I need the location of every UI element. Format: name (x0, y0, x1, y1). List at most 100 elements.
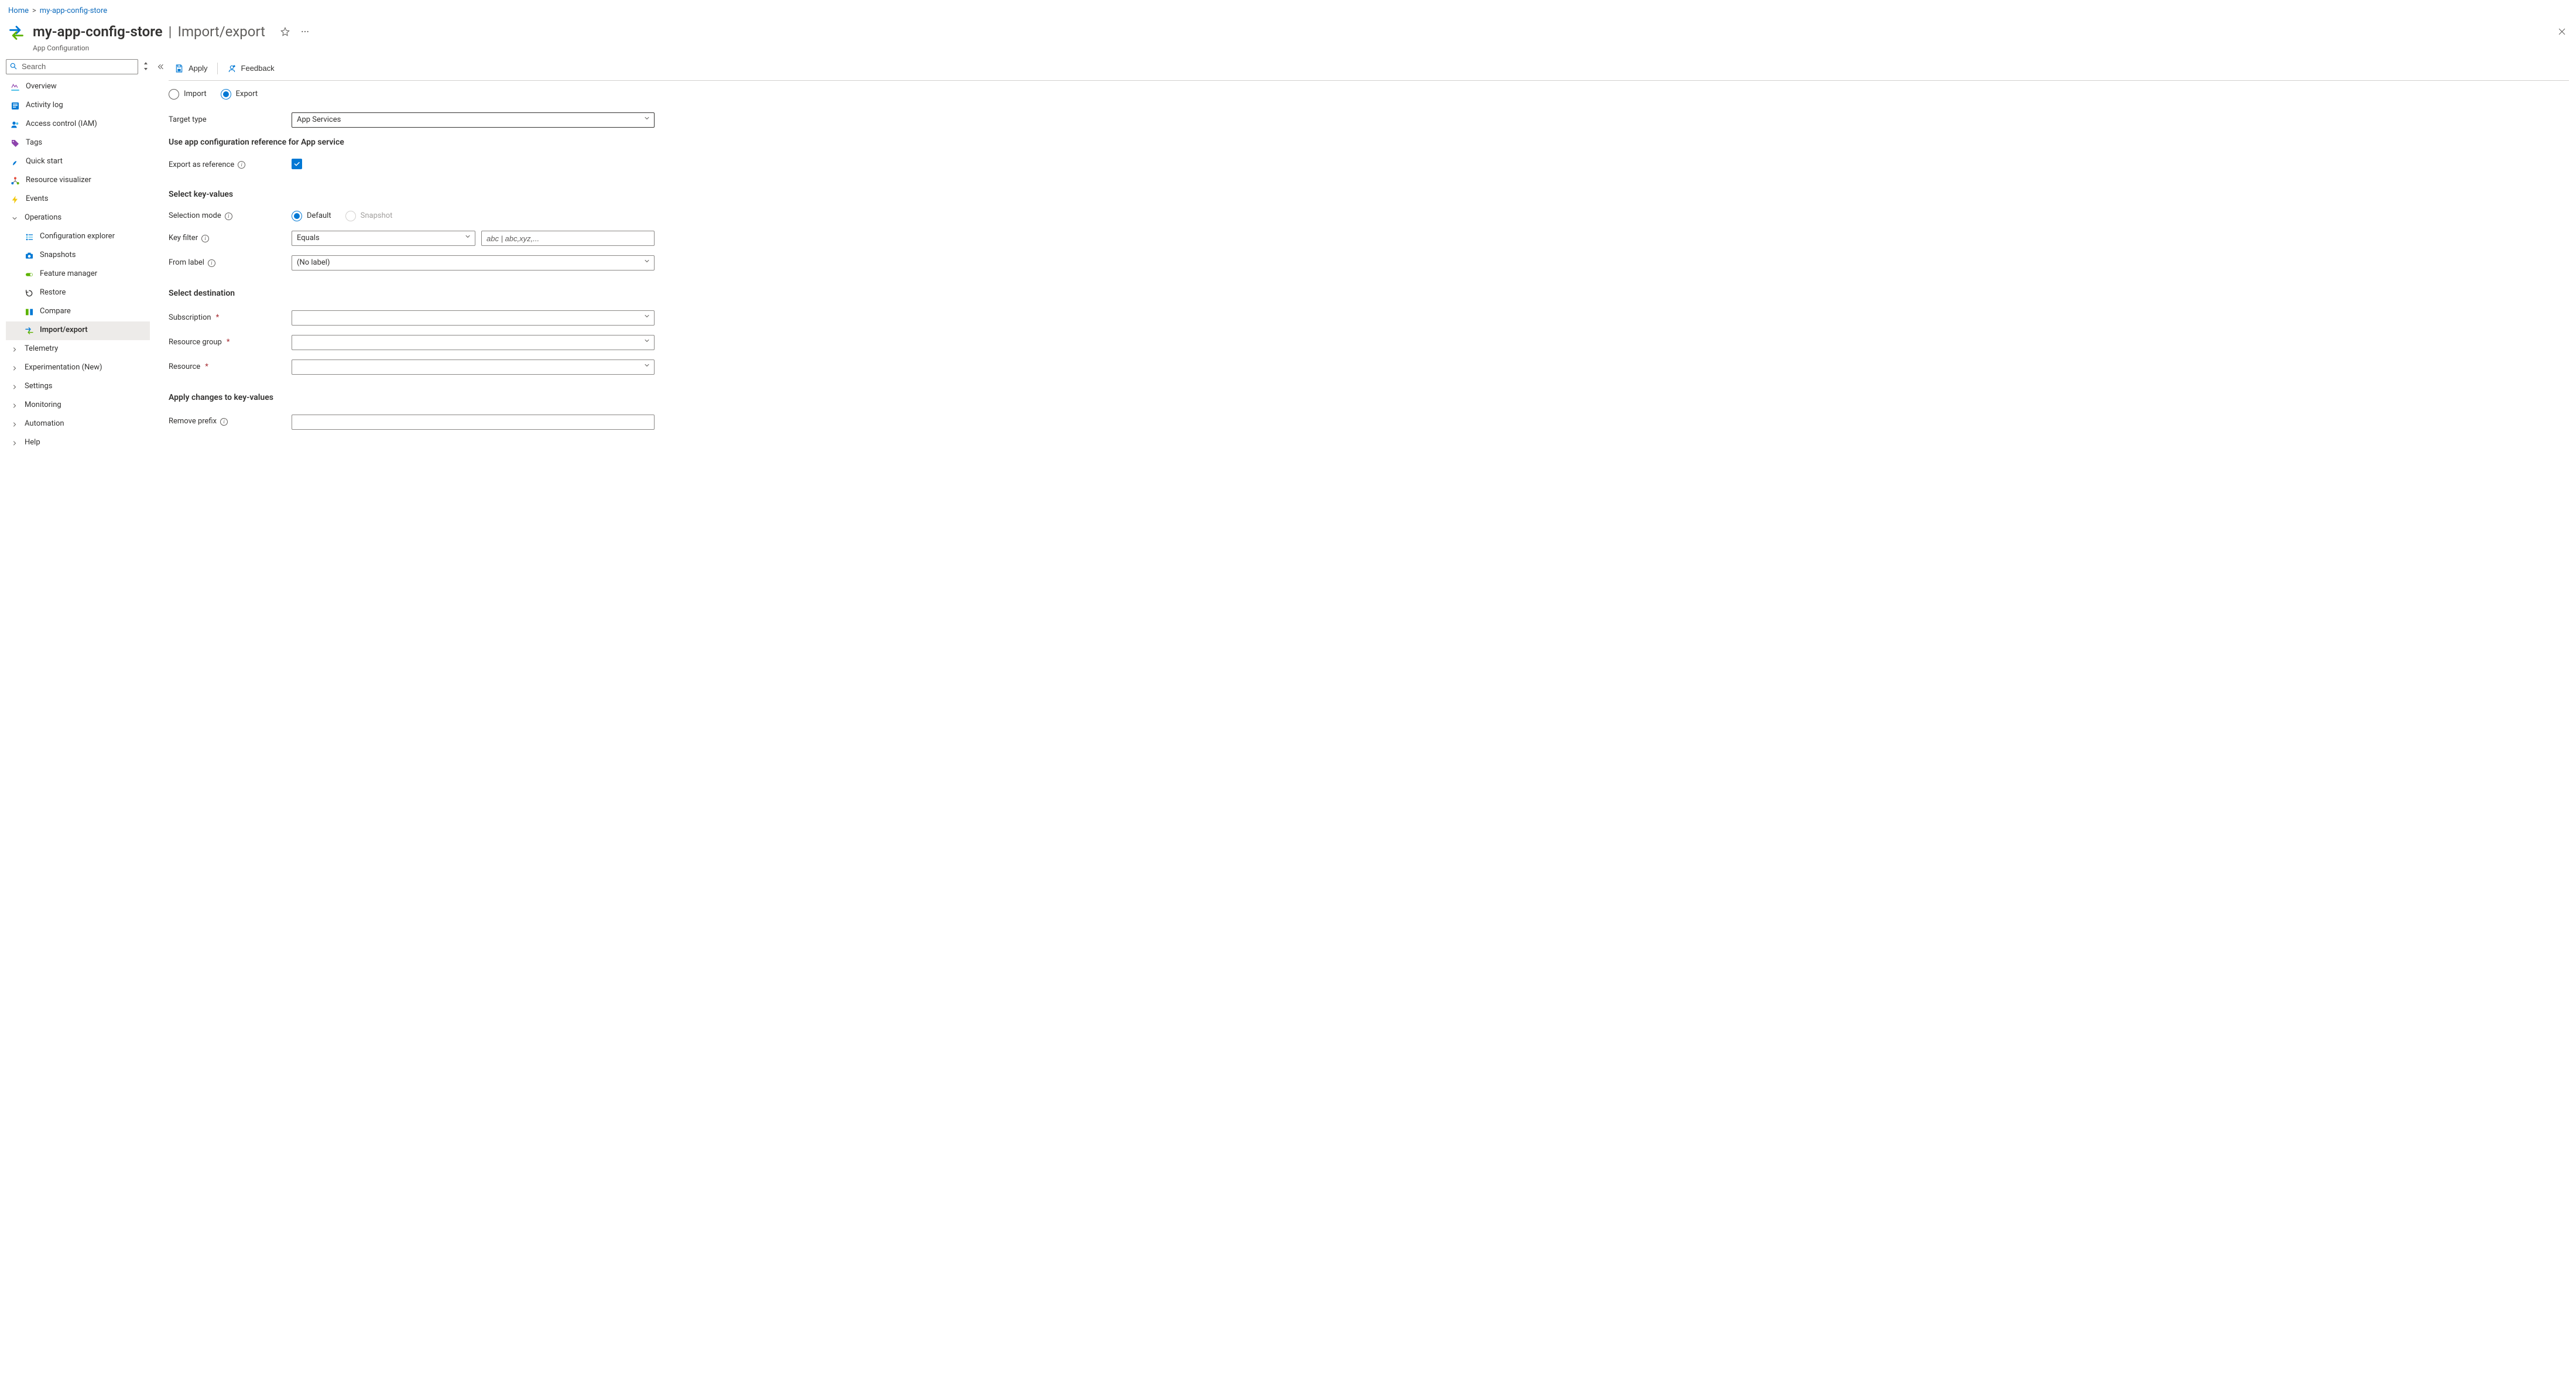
breadcrumb-home[interactable]: Home (8, 6, 29, 16)
apply-label: Apply (189, 64, 208, 73)
radio-selection-snapshot: Snapshot (345, 211, 393, 221)
sidebar-item-feature-manager[interactable]: Feature manager (6, 265, 150, 284)
remove-prefix-label: Remove prefix (169, 416, 286, 427)
section-apply-changes: Apply changes to key-values (169, 392, 655, 404)
resource-select[interactable] (292, 359, 655, 375)
radio-snapshot-label: Snapshot (361, 211, 393, 221)
sidebar-item-quick-start[interactable]: Quick start (6, 153, 150, 172)
export-reference-label: Export as reference (169, 160, 286, 170)
info-icon[interactable] (225, 213, 232, 220)
compare-icon (25, 307, 34, 317)
sidebar-group-monitoring[interactable]: Monitoring (6, 396, 150, 415)
more-icon (300, 27, 310, 36)
info-icon[interactable] (208, 259, 215, 267)
export-reference-checkbox[interactable] (292, 159, 302, 169)
radio-export[interactable]: Export (221, 89, 258, 100)
sidebar-group-operations[interactable]: Operations (6, 209, 150, 228)
subscription-select[interactable] (292, 310, 655, 326)
sidebar-item-configuration-explorer[interactable]: Configuration explorer (6, 228, 150, 246)
resource-group-select[interactable] (292, 335, 655, 350)
tags-icon (11, 139, 20, 148)
key-filter-input[interactable] (481, 231, 655, 246)
remove-prefix-input[interactable] (292, 415, 655, 430)
sort-button[interactable] (142, 62, 150, 71)
sidebar-group-telemetry[interactable]: Telemetry (6, 340, 150, 359)
sidebar-group-label: Settings (25, 381, 52, 392)
overview-icon (11, 83, 20, 92)
import-export-icon (8, 25, 25, 41)
radio-icon (345, 211, 356, 221)
sidebar-item-compare[interactable]: Compare (6, 303, 150, 321)
sidebar-item-resource-visualizer[interactable]: Resource visualizer (6, 172, 150, 190)
sidebar-label: Access control (IAM) (26, 119, 97, 129)
radio-default-label: Default (307, 211, 331, 221)
target-type-select[interactable]: App Services (292, 112, 655, 128)
radio-selection-default[interactable]: Default (292, 211, 331, 221)
title-sep: | (169, 22, 172, 42)
chevron-right-icon (11, 421, 19, 428)
apply-button[interactable]: Apply (169, 59, 214, 78)
resource-label: Resource* (169, 362, 286, 372)
sidebar-item-tags[interactable]: Tags (6, 134, 150, 153)
check-icon (293, 160, 300, 167)
sidebar-nav: Overview Activity log Access control (IA… (6, 78, 150, 453)
chevron-right-icon (11, 384, 19, 391)
sidebar-item-import-export[interactable]: Import/export (6, 321, 150, 340)
sidebar-search (6, 59, 138, 74)
sidebar-item-events[interactable]: Events (6, 190, 150, 209)
required-indicator: * (205, 362, 208, 372)
feedback-button[interactable]: Feedback (221, 59, 280, 78)
breadcrumb-store[interactable]: my-app-config-store (40, 6, 107, 16)
radio-import-label: Import (184, 89, 207, 100)
chevron-down-icon (643, 337, 650, 348)
sidebar-item-activity-log[interactable]: Activity log (6, 97, 150, 115)
sidebar-group-experimentation[interactable]: Experimentation (New) (6, 359, 150, 378)
pin-button[interactable] (279, 26, 291, 37)
visualizer-icon (11, 176, 20, 186)
from-label-select[interactable]: (No label) (292, 255, 655, 271)
more-button[interactable] (299, 26, 311, 37)
label-text: From label (169, 258, 204, 268)
close-icon (2557, 27, 2567, 36)
sidebar-label: Snapshots (40, 250, 76, 261)
sidebar-search-input[interactable] (6, 59, 138, 74)
chevron-double-left-icon (156, 63, 165, 71)
info-icon[interactable] (220, 418, 228, 426)
page-subtitle: App Configuration (33, 43, 265, 53)
sidebar-item-iam[interactable]: Access control (IAM) (6, 115, 150, 134)
quick-start-icon (11, 157, 20, 167)
sidebar-item-overview[interactable]: Overview (6, 78, 150, 97)
page-title: my-app-config-store | Import/export (33, 22, 265, 42)
chevron-right-icon (11, 346, 19, 353)
section-select-key-values: Select key-values (169, 189, 655, 201)
collapse-sidebar-button[interactable] (155, 61, 166, 72)
label-text: Target type (169, 115, 207, 125)
chevron-down-icon (464, 233, 471, 244)
sidebar-item-snapshots[interactable]: Snapshots (6, 246, 150, 265)
sidebar-group-automation[interactable]: Automation (6, 415, 150, 434)
sidebar-group-label: Operations (25, 213, 61, 223)
key-filter-select[interactable]: Equals (292, 231, 475, 246)
feedback-icon (227, 64, 237, 73)
close-button[interactable] (2556, 26, 2568, 37)
radio-import[interactable]: Import (169, 89, 207, 100)
sidebar-item-restore[interactable]: Restore (6, 284, 150, 303)
info-icon[interactable] (238, 161, 245, 169)
selection-mode-label: Selection mode (169, 211, 286, 221)
sidebar-group-help[interactable]: Help (6, 434, 150, 453)
select-value: App Services (297, 115, 341, 125)
sidebar-label: Events (26, 194, 48, 204)
sidebar-label: Import/export (40, 325, 88, 335)
radio-icon (169, 89, 179, 100)
subscription-label: Subscription* (169, 313, 286, 323)
sidebar-label: Configuration explorer (40, 231, 115, 242)
feedback-label: Feedback (241, 64, 275, 73)
info-icon[interactable] (201, 235, 209, 242)
store-name: my-app-config-store (33, 22, 163, 42)
sidebar: Overview Activity log Access control (IA… (0, 54, 152, 464)
activity-icon (11, 101, 20, 111)
search-icon (9, 62, 18, 74)
sidebar-group-settings[interactable]: Settings (6, 378, 150, 396)
mode-radio-row: Import Export (169, 89, 2569, 100)
sidebar-label: Feature manager (40, 269, 97, 279)
